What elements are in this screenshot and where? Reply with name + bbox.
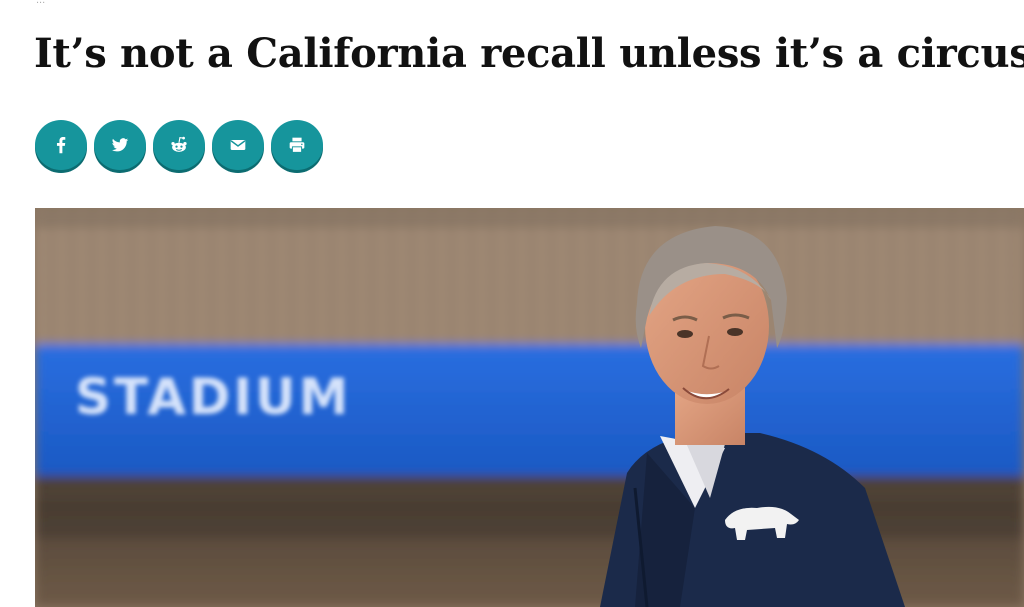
twitter-share-button[interactable] — [94, 120, 146, 170]
print-button[interactable] — [271, 120, 323, 170]
reddit-icon — [171, 136, 187, 152]
email-icon — [230, 139, 246, 151]
print-icon — [289, 137, 305, 153]
byline-fragment: ... — [36, 0, 46, 6]
reddit-share-button[interactable] — [153, 120, 205, 170]
share-toolbar — [35, 120, 323, 170]
twitter-icon — [111, 138, 129, 152]
email-share-button[interactable] — [212, 120, 264, 170]
hero-photo: STADIUM — [35, 208, 1024, 607]
facebook-share-button[interactable] — [35, 120, 87, 170]
article-headline: It’s not a California recall unless it’s… — [34, 30, 1024, 77]
facebook-icon — [56, 137, 66, 154]
stadium-sign-text: STADIUM — [75, 368, 352, 426]
